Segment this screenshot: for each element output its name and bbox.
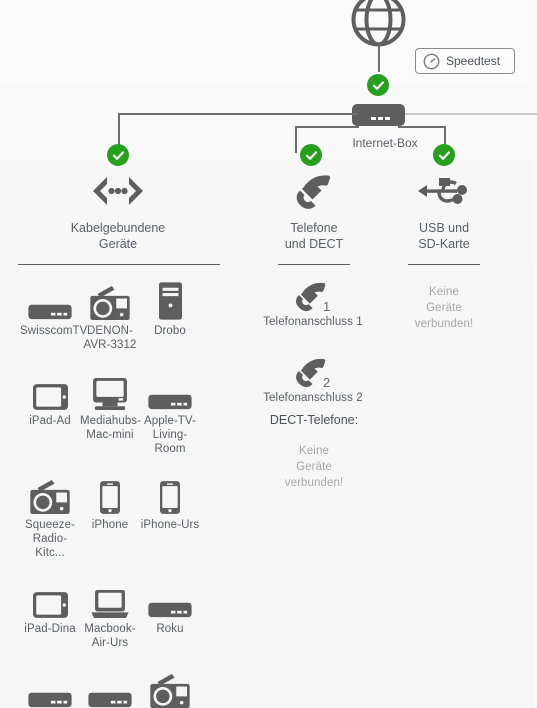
category-usb[interactable]: USB und SD-Karte [390, 170, 498, 252]
handset-icon [256, 170, 372, 212]
phone-port-1-label: Telefonanschluss 1 [263, 316, 363, 328]
usb-empty-message: Keine Geräte verbunden! [399, 284, 489, 332]
router-icon[interactable] [352, 103, 405, 127]
wired-device-grid: SwisscomTV DENON-AVR-3312 Drobo iPad-Ad Medi… [20, 276, 228, 708]
divider-telephony [278, 264, 350, 265]
device-item[interactable]: Macbook-Air-Urs [80, 574, 140, 650]
device-name: iPhone [91, 519, 129, 531]
right-edge-strip [533, 0, 537, 708]
device-name: SwisscomTV [20, 325, 88, 337]
radio-icon [140, 664, 200, 708]
tablet-icon [20, 574, 80, 618]
category-wired-title-2: Geräte [98, 237, 138, 251]
device-item[interactable]: DENON-AVR-3312 [80, 276, 140, 352]
phone-port-1-number: 1 [323, 299, 330, 313]
settop-box-icon [140, 574, 200, 618]
phone-port-1[interactable]: 1 Telefonanschluss 1 [258, 280, 368, 329]
handset-icon: 2 [258, 356, 368, 390]
tower-icon [140, 276, 200, 320]
device-item[interactable]: iPhone-Urs [140, 470, 200, 560]
device-item[interactable]: iPad-Ad [20, 366, 80, 456]
phone-port-2[interactable]: 2 Telefonanschluss 2 [258, 356, 368, 405]
speedtest-button[interactable]: Speedtest [415, 48, 515, 74]
device-name: Roku [156, 623, 184, 635]
device-item[interactable]: Sonos-Office [140, 664, 200, 708]
category-usb-title-1: USB und [418, 221, 470, 235]
phone-port-2-label: Telefonanschluss 2 [263, 392, 363, 404]
device-name: Drobo [154, 325, 186, 337]
settop-box-icon [80, 664, 140, 708]
connector-bus-right [405, 113, 537, 115]
device-item[interactable]: iPhone [80, 470, 140, 560]
divider-usb [408, 264, 480, 265]
device-name: iPad-Dina [24, 623, 76, 635]
dect-empty-line-2: Geräte [296, 461, 332, 473]
category-telephony-title-2: und DECT [284, 237, 344, 251]
settop-box-icon [20, 664, 80, 708]
device-item[interactable]: Apple-TV-Attic [20, 664, 80, 708]
device-name: DENON-AVR-3312 [83, 325, 137, 351]
status-badge-telephony [300, 144, 322, 166]
usb-icon [390, 170, 498, 212]
connector-bus-telephony [295, 126, 359, 128]
connector-bus-usb [398, 126, 445, 128]
device-name: Mediahubs-Mac-mini [80, 415, 142, 441]
desktop-icon [80, 366, 140, 410]
connector-bus-left [118, 113, 358, 115]
ethernet-icon [48, 170, 188, 212]
category-wired-title-1: Kabelgebundene [70, 221, 166, 235]
laptop-icon [80, 574, 140, 618]
device-item[interactable]: Drobo [140, 276, 200, 352]
settop-box-icon [140, 366, 200, 410]
handset-icon: 1 [258, 280, 368, 314]
device-item[interactable]: Hue [80, 664, 140, 708]
usb-empty-line-2: Geräte [426, 302, 462, 314]
device-name: Squeeze-Radio-Kitc... [24, 519, 76, 559]
network-topology-view: Speedtest Internet-Box Kabelgebundene Ge… [0, 0, 537, 708]
category-telephony[interactable]: Telefone und DECT [256, 170, 372, 252]
device-item[interactable]: Squeeze-Radio-Kitc... [20, 470, 80, 560]
usb-empty-line-1: Keine [429, 286, 459, 298]
device-name: iPhone-Urs [140, 519, 200, 531]
category-usb-title-2: SD-Karte [418, 237, 470, 251]
radio-icon [80, 276, 140, 320]
router-label: Internet-Box [352, 136, 418, 150]
dect-heading: DECT-Telefone: [269, 413, 359, 427]
globe-icon[interactable] [350, 0, 407, 48]
smartphone-icon [80, 470, 140, 514]
dect-empty-line-3: verbunden! [284, 477, 344, 489]
dect-empty-line-1: Keine [299, 445, 329, 457]
dect-empty-message: Keine Geräte verbunden! [269, 443, 359, 491]
divider-wired [18, 264, 220, 265]
background-band [0, 84, 537, 162]
status-badge-wired [107, 144, 129, 166]
speedometer-icon [423, 53, 440, 70]
connector-globe-to-router [378, 44, 380, 72]
usb-empty-line-3: verbunden! [414, 318, 474, 330]
tablet-icon [20, 366, 80, 410]
settop-box-icon [20, 276, 80, 320]
speedtest-label: Speedtest [446, 54, 501, 68]
device-item[interactable]: iPad-Dina [20, 574, 80, 650]
connector-to-telephony [295, 126, 297, 153]
device-name: Macbook-Air-Urs [84, 623, 136, 649]
radio-icon [20, 470, 80, 514]
device-name: iPad-Ad [29, 415, 71, 427]
category-wired[interactable]: Kabelgebundene Geräte [48, 170, 188, 252]
device-item[interactable]: Apple-TV-Living-Room [140, 366, 200, 456]
category-telephony-title-1: Telefone [290, 221, 338, 235]
phone-port-2-number: 2 [323, 375, 330, 389]
device-item[interactable]: Mediahubs-Mac-mini [80, 366, 142, 456]
device-name: Apple-TV-Living-Room [143, 415, 197, 455]
device-item[interactable]: Roku [140, 574, 200, 650]
smartphone-icon [140, 470, 200, 514]
status-badge-usb [433, 144, 455, 166]
status-badge-internet [367, 74, 389, 96]
device-item[interactable]: SwisscomTV [20, 276, 88, 352]
